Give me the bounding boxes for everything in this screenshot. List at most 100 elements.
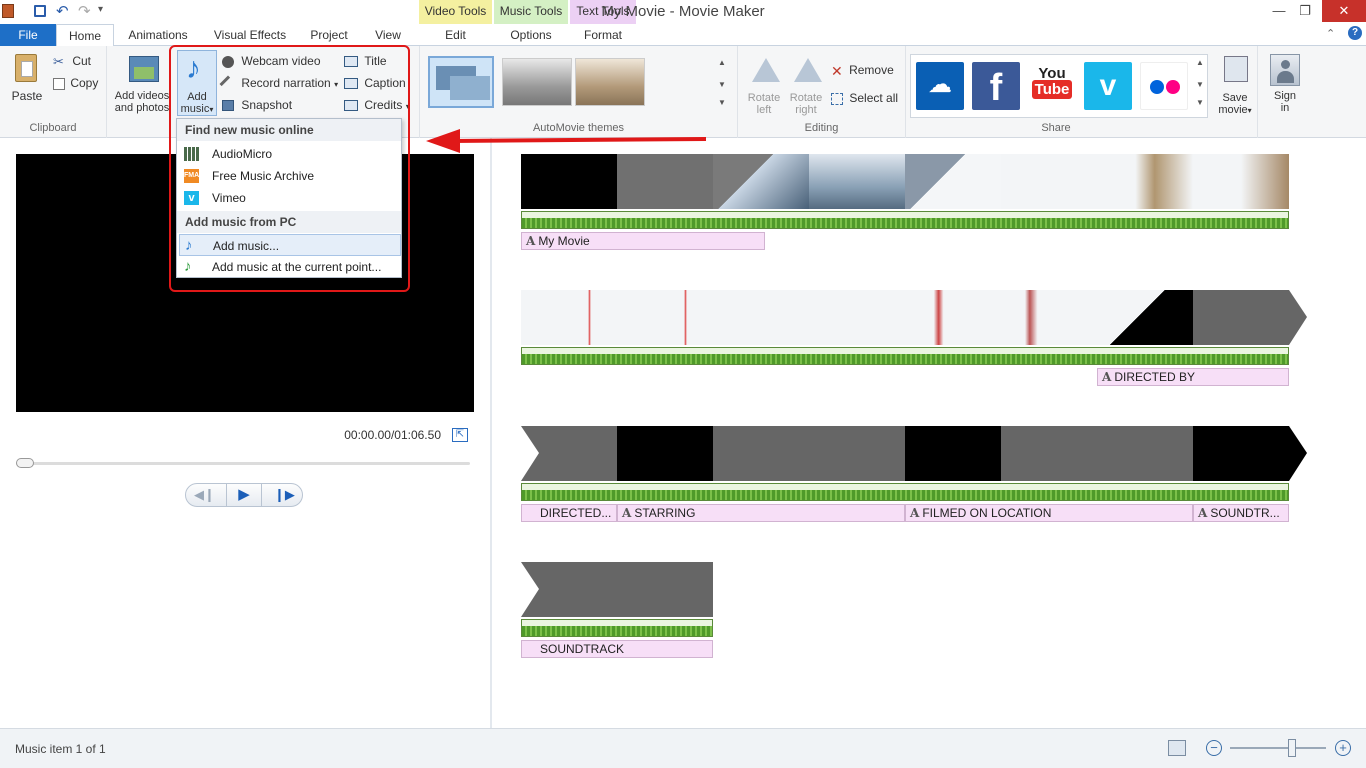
zoom-out-icon[interactable]: − [1206, 740, 1222, 756]
storyboard-row: A My Movie [521, 154, 1289, 254]
video-clip-strip[interactable] [521, 290, 1289, 345]
storyboard-row: DIRECTED... A STARRING A FILMED ON LOCATIO… [521, 426, 1311, 526]
select-all-button[interactable]: Select all [831, 88, 898, 108]
playback-controls: ◀❙ ▶ ❙▶ [185, 483, 303, 507]
tab-animations[interactable]: Animations [118, 24, 198, 46]
storyboard-view-icon[interactable] [1168, 740, 1186, 756]
tab-format[interactable]: Format [570, 24, 636, 46]
facebook-icon[interactable]: f [972, 62, 1020, 110]
help-icon[interactable]: ? [1348, 26, 1362, 40]
ribbon-tabs: File Home Animations Visual Effects Proj… [0, 24, 1366, 47]
youtube-icon[interactable]: You Tube [1028, 62, 1076, 110]
rotate-left-icon [752, 58, 780, 82]
scroll-up-icon[interactable]: ▲ [718, 58, 726, 67]
select-all-icon [831, 92, 843, 105]
music-track[interactable] [521, 619, 713, 637]
close-icon[interactable]: ✕ [1322, 0, 1366, 22]
previous-frame-icon[interactable]: ◀❙ [194, 487, 215, 503]
user-icon [1270, 54, 1300, 86]
minimize-icon[interactable]: — [1266, 2, 1292, 20]
status-bar: Music item 1 of 1 − + [0, 728, 1366, 768]
tab-home[interactable]: Home [56, 24, 114, 47]
timecode-display: 00:00.00/01:06.50 [344, 428, 441, 442]
copy-button[interactable]: Copy [53, 73, 98, 93]
tab-view[interactable]: View [362, 24, 414, 46]
caption-clip[interactable]: A DIRECTED BY [1097, 368, 1289, 386]
video-clip-strip[interactable] [521, 154, 1289, 209]
seek-bar[interactable] [16, 462, 470, 465]
rotate-right-icon [794, 58, 822, 82]
seek-thumb[interactable] [16, 458, 34, 468]
text-a-icon: A [1198, 506, 1208, 520]
storyboard-row: SOUNDTRACK [521, 562, 721, 662]
clipboard-group: Paste ✂ Cut Copy Clipboard [0, 46, 107, 138]
maximize-icon[interactable]: ❐ [1292, 2, 1318, 20]
highlight-box [169, 45, 410, 292]
theme-thumbnail-default[interactable] [428, 56, 494, 108]
share-gallery-more-icon[interactable]: ▼ [1196, 98, 1204, 107]
save-movie-icon [1224, 56, 1248, 82]
annotation-arrow [426, 129, 707, 153]
save-movie-button[interactable]: Save movie▾ [1212, 54, 1258, 118]
add-videos-photos-button[interactable]: Add videos and photos [111, 52, 173, 116]
tab-edit[interactable]: Edit [419, 24, 492, 46]
rotate-left-button[interactable]: Rotate left [744, 54, 784, 118]
storyboard: A My Movie A DIRECTED BY DIRECTED... A S… [494, 138, 1366, 728]
caption-clip[interactable]: A FILMED ON LOCATION [905, 504, 1193, 522]
music-track[interactable] [521, 483, 1289, 501]
paste-icon [15, 54, 37, 82]
theme-thumbnail-sepia[interactable] [575, 58, 645, 106]
remove-x-icon: ✕ [831, 62, 843, 79]
remove-button[interactable]: ✕ Remove [831, 60, 894, 80]
tab-file[interactable]: File [0, 24, 56, 46]
movie-maker-window: ↶ ↷ ▾ Video Tools Music Tools Text Tools… [0, 0, 1366, 768]
tab-project[interactable]: Project [302, 24, 356, 46]
text-a-icon: A [622, 506, 632, 520]
share-scroll-up-icon[interactable]: ▲ [1196, 58, 1204, 67]
tab-options[interactable]: Options [494, 24, 568, 46]
fullscreen-icon[interactable]: ⇱ [452, 428, 468, 442]
zoom-in-icon[interactable]: + [1335, 740, 1351, 756]
theme-thumbnail-black-white[interactable] [502, 58, 572, 106]
text-a-icon: A [910, 506, 920, 520]
caption-clip[interactable]: A STARRING [617, 504, 905, 522]
storyboard-row: A DIRECTED BY [521, 290, 1311, 390]
next-frame-icon[interactable]: ❙▶ [274, 487, 295, 503]
video-clip-strip[interactable] [539, 562, 713, 617]
tab-visual-effects[interactable]: Visual Effects [204, 24, 296, 46]
editing-label: Editing [804, 122, 839, 134]
play-icon[interactable]: ▶ [226, 484, 262, 506]
cut-button[interactable]: ✂ Cut [53, 51, 91, 71]
zoom-slider[interactable] [1230, 747, 1326, 749]
scroll-down-icon[interactable]: ▼ [718, 80, 726, 89]
editing-group: Rotate left Rotate right ✕ Remove Select… [738, 46, 906, 138]
status-text: Music item 1 of 1 [15, 742, 106, 756]
caption-clip[interactable]: DIRECTED... [521, 504, 617, 522]
share-label: Share [1041, 122, 1071, 134]
share-scroll-down-icon[interactable]: ▼ [1196, 80, 1204, 89]
music-track[interactable] [521, 347, 1289, 365]
text-a-icon: A [526, 234, 536, 248]
chevron-down-icon: ▾ [1247, 106, 1252, 115]
caption-clip[interactable]: A My Movie [521, 232, 765, 250]
caption-clip[interactable]: SOUNDTRACK [521, 640, 713, 658]
film-photo-icon [129, 56, 159, 82]
window-title: My Movie - Movie Maker [601, 3, 765, 20]
music-track[interactable] [521, 211, 1289, 229]
collapse-ribbon-icon[interactable]: ⌃ [1326, 27, 1335, 40]
flickr-icon[interactable] [1140, 62, 1188, 110]
text-a-icon: A [1102, 370, 1112, 384]
video-clip-strip[interactable] [539, 426, 1289, 481]
rotate-right-button[interactable]: Rotate right [786, 54, 826, 118]
vimeo-icon[interactable]: v [1084, 62, 1132, 110]
onedrive-icon[interactable]: ☁ [916, 62, 964, 110]
paste-button[interactable]: Paste [6, 52, 48, 108]
share-group: ☁ f You Tube v ▲ ▼ ▼ Save movie▾ Share [906, 46, 1258, 138]
gallery-more-icon[interactable]: ▼ [718, 98, 726, 107]
sign-in-button[interactable]: Sign in [1262, 54, 1308, 118]
scissors-icon: ✂ [53, 53, 64, 69]
title-bar: ↶ ↷ ▾ Video Tools Music Tools Text Tools… [0, 0, 1366, 24]
zoom-thumb[interactable] [1288, 739, 1296, 757]
clipboard-label: Clipboard [29, 122, 77, 134]
caption-clip[interactable]: A SOUNDTR... [1193, 504, 1289, 522]
